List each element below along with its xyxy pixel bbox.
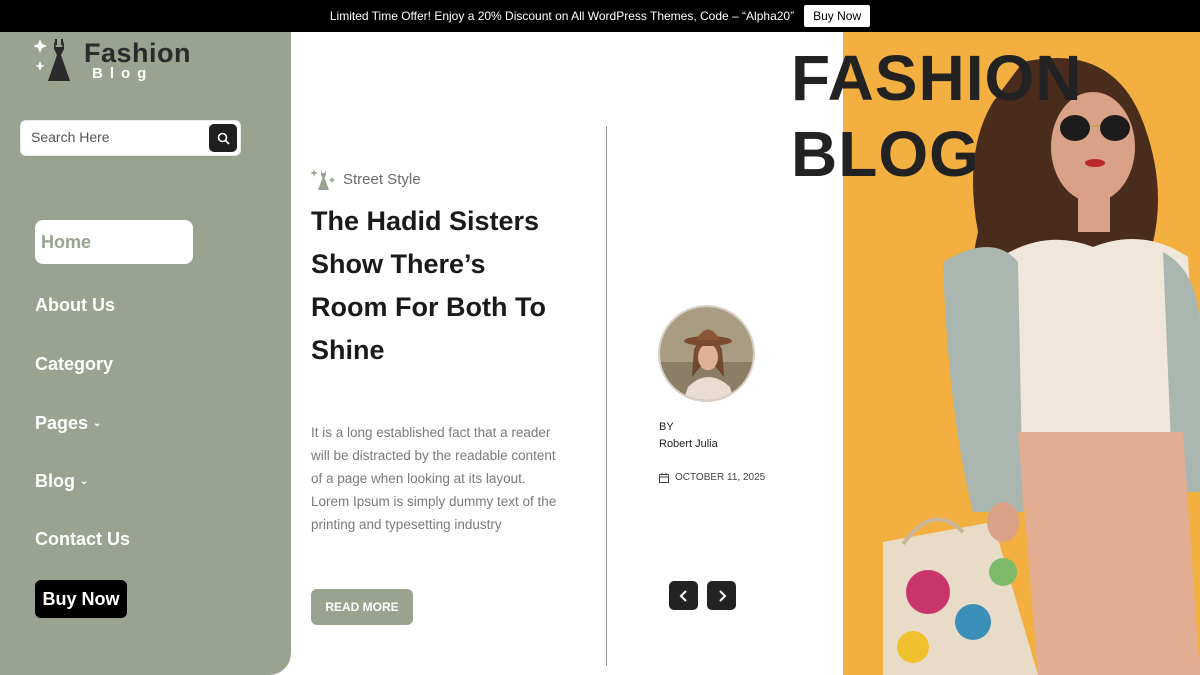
prev-slide-button[interactable] bbox=[669, 581, 698, 610]
nav-item-category[interactable]: Category bbox=[35, 354, 113, 375]
logo-subtitle: Blog bbox=[92, 65, 154, 82]
author-avatar bbox=[658, 305, 755, 402]
nav-item-label: Pages bbox=[35, 413, 89, 433]
site-logo[interactable]: Fashion Blog bbox=[34, 35, 204, 85]
author-by-label: BY bbox=[659, 421, 674, 433]
chevron-left-icon bbox=[679, 589, 687, 602]
nav-item-contact-us[interactable]: Contact Us bbox=[35, 529, 130, 550]
chevron-down-icon: ⌄ bbox=[93, 418, 102, 429]
search-button[interactable] bbox=[209, 124, 237, 152]
nav-item-label: Contact Us bbox=[35, 529, 131, 549]
post-category[interactable]: Street Style bbox=[311, 167, 421, 191]
nav-item-label: Blog bbox=[35, 471, 75, 491]
next-slide-button[interactable] bbox=[707, 581, 736, 610]
sidebar-buy-now-button[interactable]: Buy Now bbox=[35, 580, 127, 618]
search-icon bbox=[217, 132, 230, 145]
author-name[interactable]: Robert Julia bbox=[659, 438, 718, 450]
chevron-right-icon bbox=[718, 589, 726, 602]
nav-item-pages[interactable]: Pages ⌄ bbox=[35, 413, 101, 434]
read-more-button[interactable]: READ MORE bbox=[311, 589, 413, 625]
promo-bar: Limited Time Offer! Enjoy a 20% Discount… bbox=[0, 0, 1200, 32]
post-date-text: OCTOBER 11, 2025 bbox=[675, 472, 766, 483]
nav-item-blog[interactable]: Blog ⌄ bbox=[35, 471, 88, 492]
calendar-icon bbox=[659, 472, 669, 483]
search-box bbox=[20, 120, 241, 156]
post-date: OCTOBER 11, 2025 bbox=[659, 472, 765, 483]
search-input[interactable] bbox=[31, 129, 201, 145]
nav-item-about-us[interactable]: About Us bbox=[35, 295, 115, 316]
nav-item-label: Category bbox=[35, 354, 114, 374]
nav-item-label: About Us bbox=[35, 295, 115, 315]
hero-heading-line1: FASHION bbox=[791, 42, 1083, 114]
promo-buy-now-button[interactable]: Buy Now bbox=[804, 5, 871, 27]
post-title[interactable]: The Hadid Sisters Show There’s Room For … bbox=[311, 200, 561, 372]
nav-item-label: Home bbox=[41, 231, 92, 252]
hero-heading: FASHION BLOG bbox=[791, 40, 1082, 192]
dress-icon bbox=[34, 39, 70, 81]
dress-icon bbox=[311, 169, 335, 190]
nav-item-home[interactable]: Home bbox=[35, 220, 193, 264]
post-category-label: Street Style bbox=[343, 170, 421, 188]
hero-heading-line2: BLOG bbox=[791, 118, 980, 190]
promo-text: Limited Time Offer! Enjoy a 20% Discount… bbox=[329, 9, 795, 23]
divider bbox=[606, 126, 607, 666]
chevron-down-icon: ⌄ bbox=[80, 476, 89, 487]
post-excerpt: It is a long established fact that a rea… bbox=[311, 425, 557, 532]
sidebar: Fashion Blog Home About Us Category Page… bbox=[0, 32, 291, 675]
